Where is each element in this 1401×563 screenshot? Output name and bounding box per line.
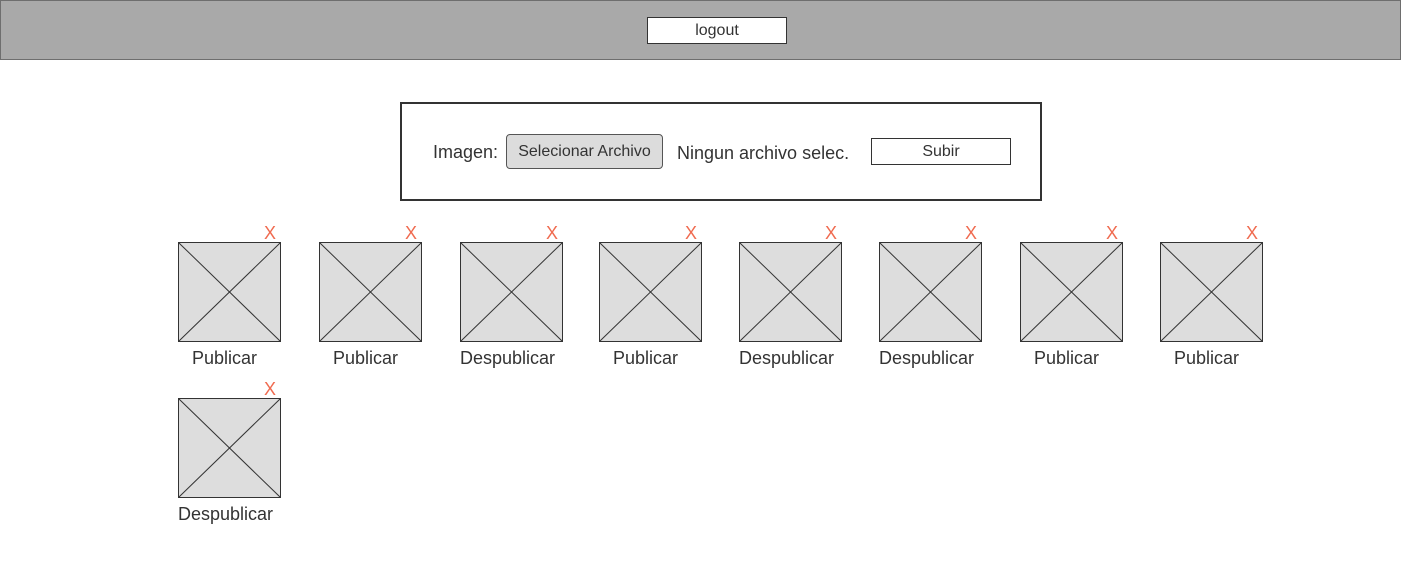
image-card: X Publicar <box>1160 223 1300 368</box>
publish-link[interactable]: Publicar <box>613 348 678 369</box>
image-card: X Publicar <box>1020 223 1160 368</box>
delete-image-icon[interactable]: X <box>1106 223 1118 243</box>
image-placeholder-icon <box>319 242 422 342</box>
image-placeholder-icon <box>879 242 982 342</box>
image-placeholder-icon <box>739 242 842 342</box>
delete-image-icon[interactable]: X <box>264 223 276 243</box>
image-card: X Despublicar <box>178 379 318 524</box>
image-card: X Publicar <box>178 223 318 368</box>
publish-link[interactable]: Publicar <box>192 348 257 369</box>
choose-file-button[interactable]: Selecionar Archivo <box>506 134 663 169</box>
image-card: X Despublicar <box>879 223 1019 368</box>
delete-image-icon[interactable]: X <box>685 223 697 243</box>
top-bar: logout <box>0 0 1401 60</box>
image-placeholder-icon <box>599 242 702 342</box>
image-card: X Publicar <box>319 223 459 368</box>
publish-link[interactable]: Publicar <box>1174 348 1239 369</box>
unpublish-link[interactable]: Despublicar <box>460 348 555 369</box>
image-placeholder-icon <box>178 242 281 342</box>
delete-image-icon[interactable]: X <box>965 223 977 243</box>
image-placeholder-icon <box>460 242 563 342</box>
image-gallery: X Publicar X Publicar X Despublicar X Publicar X… <box>0 0 1401 563</box>
file-status-text: Ningun archivo selec. <box>677 143 850 163</box>
delete-image-icon[interactable]: X <box>1246 223 1258 243</box>
unpublish-link[interactable]: Despublicar <box>178 504 273 525</box>
delete-image-icon[interactable]: X <box>825 223 837 243</box>
unpublish-link[interactable]: Despublicar <box>879 348 974 369</box>
logout-button[interactable]: logout <box>647 17 787 44</box>
image-card: X Despublicar <box>739 223 879 368</box>
image-placeholder-icon <box>1020 242 1123 342</box>
delete-image-icon[interactable]: X <box>264 379 276 399</box>
image-card: X Despublicar <box>460 223 600 368</box>
image-label: Imagen: <box>433 142 499 162</box>
image-placeholder-icon <box>178 398 281 498</box>
upload-submit-button[interactable]: Subir <box>871 138 1011 165</box>
unpublish-link[interactable]: Despublicar <box>739 348 834 369</box>
upload-panel: Imagen: Selecionar Archivo Ningun archiv… <box>400 102 1042 201</box>
delete-image-icon[interactable]: X <box>405 223 417 243</box>
image-placeholder-icon <box>1160 242 1263 342</box>
delete-image-icon[interactable]: X <box>546 223 558 243</box>
publish-link[interactable]: Publicar <box>333 348 398 369</box>
publish-link[interactable]: Publicar <box>1034 348 1099 369</box>
image-card: X Publicar <box>599 223 739 368</box>
